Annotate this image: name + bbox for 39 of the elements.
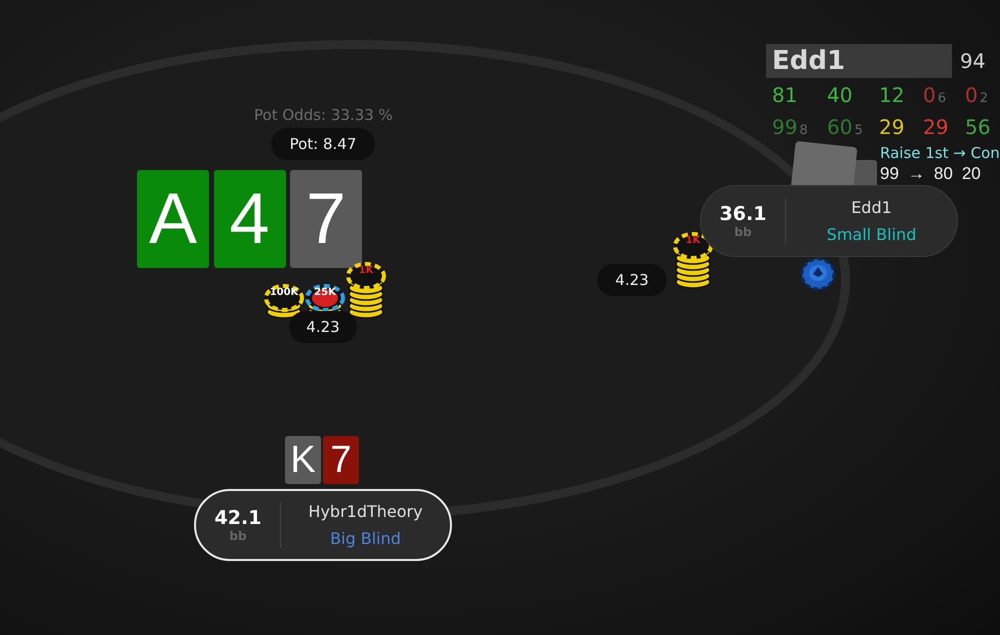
stack-unit: bb bbox=[734, 225, 752, 239]
player-position: Small Blind bbox=[826, 225, 916, 244]
stack-size: 36.1 bbox=[720, 203, 766, 225]
bet-amount: 4.23 bbox=[597, 264, 667, 296]
hud-hands-count: 94 bbox=[960, 49, 986, 73]
hud-stat: 99 8 bbox=[772, 115, 809, 139]
pot-odds: Pot Odds: 33.33 % bbox=[254, 106, 393, 124]
hud-stat: 81 bbox=[772, 83, 798, 107]
hud-stat: 0 2 bbox=[965, 83, 990, 107]
hud-stat: 40 bbox=[827, 83, 854, 107]
hud-line-value: → bbox=[908, 164, 925, 184]
hud-line-label: Raise 1st → Con bbox=[879, 144, 1000, 162]
hud-player-name: Edd1 bbox=[766, 44, 952, 78]
chip-value: 1K bbox=[358, 265, 374, 276]
pot-amount: Pot: 8.47 bbox=[271, 128, 375, 160]
player-name: Hybr1dTheory bbox=[308, 502, 423, 521]
board-card: 4 bbox=[214, 170, 286, 268]
player-name: Edd1 bbox=[851, 198, 892, 217]
hud-stat: 60 5 bbox=[827, 115, 864, 139]
bet-amount: 4.23 bbox=[289, 311, 357, 343]
hole-card: K bbox=[285, 436, 321, 484]
hud-stat: 29 bbox=[923, 115, 950, 139]
chip-stack-icon bbox=[673, 232, 713, 290]
hud-stat: 29 bbox=[879, 115, 906, 139]
chip-stack-icon bbox=[264, 284, 304, 320]
hud-line-value: 99 bbox=[880, 164, 899, 184]
hud-line-value: 80 bbox=[934, 164, 953, 184]
chip-value: 100K bbox=[268, 287, 300, 298]
stack-size: 42.1 bbox=[214, 507, 262, 529]
hud-line-value: 20 bbox=[962, 164, 981, 184]
stack-unit: bb bbox=[229, 529, 247, 543]
player-position: Big Blind bbox=[330, 529, 401, 548]
hud-stat: 12 bbox=[879, 83, 906, 107]
hud-stat: 0 6 bbox=[923, 83, 948, 107]
board-card: A bbox=[137, 170, 209, 268]
hud-stat: 56 bbox=[965, 115, 992, 139]
chip-value: 25K bbox=[313, 287, 337, 298]
chip-value: 1K bbox=[684, 235, 702, 246]
hole-card: 7 bbox=[323, 436, 359, 484]
